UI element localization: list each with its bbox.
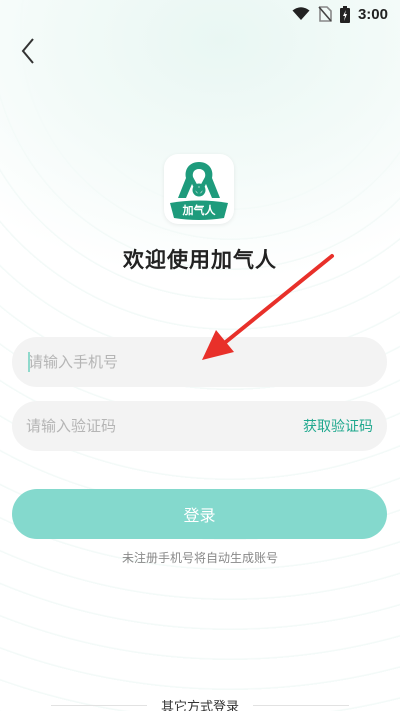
logo-text: 加气人 (182, 204, 216, 217)
battery-charging-icon (339, 5, 350, 23)
divider-left (50, 705, 147, 706)
back-button[interactable] (14, 38, 42, 68)
login-button[interactable]: 登录 (12, 489, 387, 539)
welcome-title: 欢迎使用加气人 (123, 248, 277, 272)
no-sim-icon (318, 6, 332, 22)
divider-right (253, 705, 349, 706)
code-input[interactable] (26, 417, 303, 435)
text-cursor (28, 352, 30, 372)
status-bar: 3:00 (0, 0, 400, 28)
status-time: 3:00 (357, 5, 388, 23)
phone-field[interactable] (12, 337, 387, 387)
phone-input[interactable] (28, 353, 373, 371)
wifi-icon (292, 7, 310, 21)
other-login-section: 其它方式登录 (0, 696, 400, 711)
get-code-button[interactable]: 获取验证码 (303, 416, 373, 436)
chevron-left-icon (21, 38, 35, 68)
app-logo: 加气人 (164, 154, 234, 224)
other-login-label[interactable]: 其它方式登录 (161, 696, 239, 711)
code-field[interactable]: 获取验证码 (12, 401, 387, 451)
register-notice: 未注册手机号将自动生成账号 (121, 551, 278, 565)
